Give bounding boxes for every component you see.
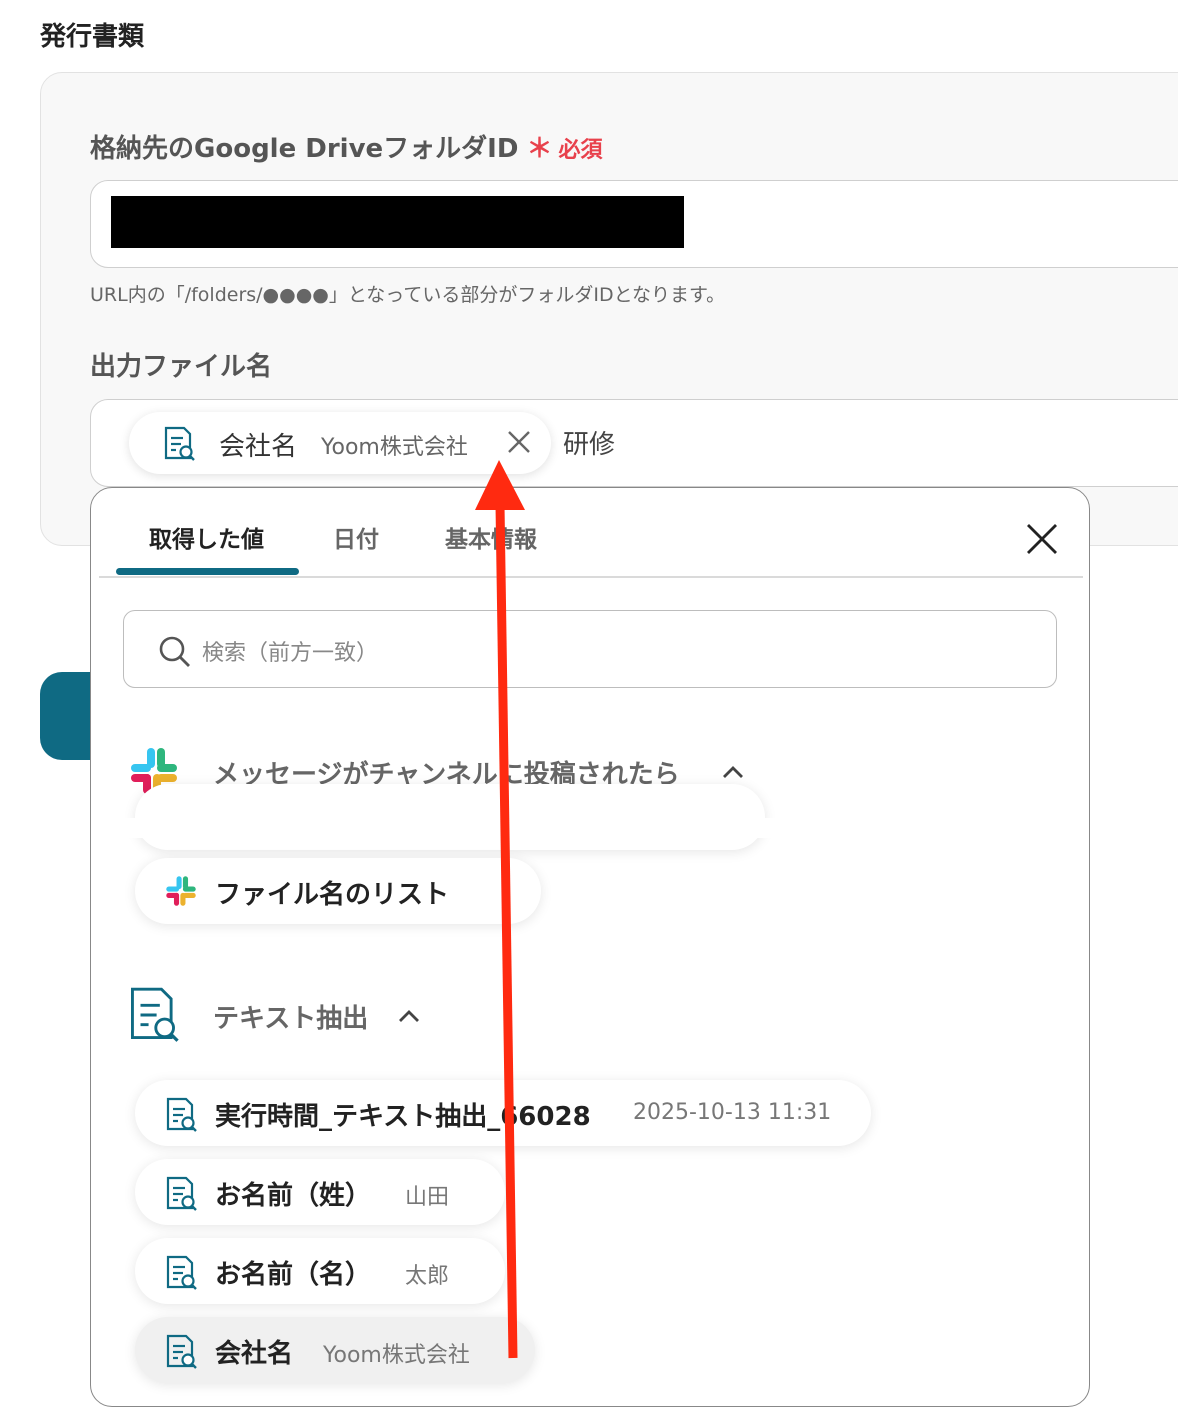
item-value: 山田 [405,1185,450,1210]
folder-id-label: 格納先のGoogle DriveフォルダID ＊必須 [90,128,602,165]
document-search-icon [130,987,179,1042]
chevron-up-icon[interactable] [397,1008,421,1024]
tab-acquired-values[interactable]: 取得した値 [149,520,264,554]
list-item-clipped[interactable] [135,784,765,850]
filename-input[interactable]: 会社名 Yoom株式会社 研修 [90,399,1178,487]
list-item-filename-list[interactable]: ファイル名のリスト [135,858,541,924]
required-badge: 必須 [558,138,603,163]
item-name: ファイル名のリスト [215,880,450,910]
item-value: Yoom株式会社 [323,1343,470,1368]
scroll-clip [91,818,1089,838]
folder-id-input[interactable] [90,180,1178,268]
section-title: 発行書類 [40,22,145,52]
close-icon[interactable] [505,428,533,456]
document-search-icon [166,1334,197,1369]
group-title-text-extraction: テキスト抽出 [213,1004,369,1034]
document-search-icon [166,1255,197,1290]
chip-value: Yoom株式会社 [321,435,468,460]
tab-basic-info[interactable]: 基本情報 [445,520,537,554]
required-mark: ＊ [526,134,553,164]
filename-variable-chip[interactable]: 会社名 Yoom株式会社 [129,412,551,474]
filename-trailing-text: 研修 [563,430,616,460]
tabs-divider [99,576,1083,578]
search-placeholder: 検索（前方一致） [202,641,379,666]
slack-icon [166,876,196,906]
search-icon [159,636,190,667]
search-input[interactable]: 検索（前方一致） [123,610,1057,688]
variable-picker-popup: 取得した値 日付 基本情報 検索（前方一致） メッセージがチャンネルに投稿された… [90,487,1090,1407]
list-item-first-name[interactable]: お名前（名） 太郎 [135,1238,505,1304]
list-item-last-name[interactable]: お名前（姓） 山田 [135,1159,505,1225]
item-name: 実行時間_テキスト抽出_66028 [215,1102,591,1132]
document-search-icon [166,1097,197,1132]
item-name: お名前（姓） [215,1181,372,1211]
folder-id-label-text: 格納先のGoogle DriveフォルダID [90,134,519,164]
folder-id-hint: URL内の「/folders/●●●●」となっている部分がフォルダIDとなります… [90,284,726,306]
tab-date[interactable]: 日付 [333,520,379,554]
document-search-icon [164,426,195,461]
document-search-icon [166,1176,197,1211]
close-popup-icon[interactable] [1025,522,1059,556]
list-item-company-name[interactable]: 会社名 Yoom株式会社 [135,1317,535,1383]
item-name: 会社名 [215,1339,294,1369]
item-value: 2025-10-13 11:31 [633,1100,832,1125]
list-item-execution-time[interactable]: 実行時間_テキスト抽出_66028 2025-10-13 11:31 [135,1080,871,1146]
item-name: お名前（名） [215,1260,372,1290]
redacted-value [111,196,684,248]
chip-name: 会社名 [219,432,298,462]
item-value: 太郎 [405,1264,450,1289]
active-tab-indicator [116,568,299,575]
chevron-up-icon[interactable] [721,764,745,780]
filename-label: 出力ファイル名 [90,352,273,382]
